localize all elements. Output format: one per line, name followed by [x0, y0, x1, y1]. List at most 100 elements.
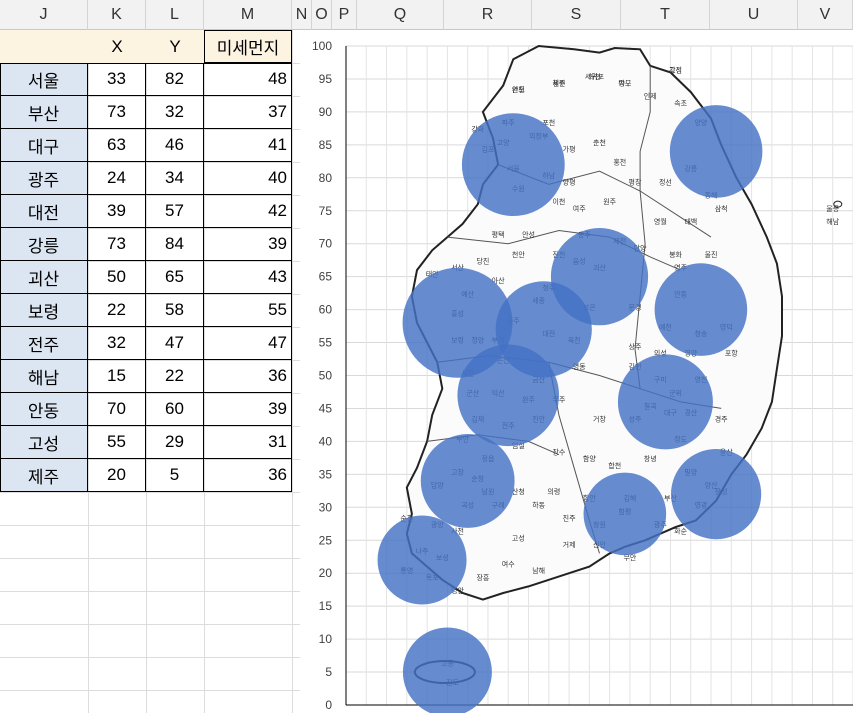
map-region-label: 의령	[547, 487, 560, 496]
fine-dust-cell[interactable]: 39	[204, 393, 292, 426]
x-cell[interactable]: 22	[88, 294, 146, 327]
y-cell[interactable]: 65	[146, 261, 204, 294]
column-header-o[interactable]: O	[312, 0, 332, 30]
fine-dust-cell[interactable]: 42	[204, 195, 292, 228]
city-cell[interactable]: 해남	[0, 360, 88, 393]
row-gridline	[0, 525, 300, 526]
map-region-label: 정선	[659, 177, 672, 186]
column-header-v[interactable]: V	[798, 0, 853, 30]
city-cell[interactable]: 전주	[0, 327, 88, 360]
map-region-label: 가평	[563, 144, 576, 153]
city-cell[interactable]: 대구	[0, 129, 88, 162]
row-gridline	[0, 657, 300, 658]
bubble-point[interactable]	[550, 228, 649, 326]
city-cell[interactable]: 안동	[0, 393, 88, 426]
fine-dust-cell[interactable]: 40	[204, 162, 292, 195]
column-header-p[interactable]: P	[332, 0, 357, 30]
map-region-label: 평창	[629, 177, 642, 186]
y-cell[interactable]: 29	[146, 426, 204, 459]
map-region-label: 제주	[552, 80, 565, 88]
column-header-r[interactable]: R	[444, 0, 532, 30]
column-header-u[interactable]: U	[710, 0, 798, 30]
y-cell[interactable]: 46	[146, 129, 204, 162]
column-header-l[interactable]: L	[146, 0, 204, 30]
map-region-label: 하동	[532, 500, 545, 509]
column-header-k[interactable]: K	[88, 0, 146, 30]
header-cell-empty[interactable]	[0, 30, 88, 63]
bubble-point[interactable]	[420, 434, 515, 528]
x-cell[interactable]: 70	[88, 393, 146, 426]
bubble-point[interactable]	[583, 472, 667, 556]
y-cell[interactable]: 60	[146, 393, 204, 426]
bubble-point[interactable]	[457, 344, 560, 447]
y-cell[interactable]: 34	[146, 162, 204, 195]
y-cell[interactable]: 22	[146, 360, 204, 393]
fine-dust-cell[interactable]: 36	[204, 360, 292, 393]
bubble-point[interactable]	[654, 263, 748, 356]
x-cell[interactable]: 32	[88, 327, 146, 360]
city-cell[interactable]: 광주	[0, 162, 88, 195]
fine-dust-cell[interactable]: 43	[204, 261, 292, 294]
fine-dust-cell[interactable]: 31	[204, 426, 292, 459]
column-header-s[interactable]: S	[532, 0, 621, 30]
header-y[interactable]: Y	[146, 30, 204, 63]
x-cell[interactable]: 20	[88, 459, 146, 492]
bubble-point[interactable]	[461, 113, 565, 217]
x-cell[interactable]: 63	[88, 129, 146, 162]
fine-dust-cell[interactable]: 41	[204, 129, 292, 162]
column-header-q[interactable]: Q	[357, 0, 444, 30]
x-cell[interactable]: 39	[88, 195, 146, 228]
bubble-point[interactable]	[671, 449, 762, 540]
y-tick-label: 10	[319, 632, 333, 646]
bubble-point[interactable]	[377, 515, 467, 605]
y-cell[interactable]: 47	[146, 327, 204, 360]
x-cell[interactable]: 73	[88, 96, 146, 129]
bubble-point[interactable]	[402, 627, 492, 713]
column-header-j[interactable]: J	[0, 0, 88, 30]
city-cell[interactable]: 괴산	[0, 261, 88, 294]
city-cell[interactable]: 부산	[0, 96, 88, 129]
city-cell[interactable]: 강릉	[0, 228, 88, 261]
y-cell[interactable]: 57	[146, 195, 204, 228]
bubble-point[interactable]	[669, 105, 763, 198]
x-cell[interactable]: 73	[88, 228, 146, 261]
bubble-chart[interactable]: 0 5 10 15 20 25 30 35 40 45 50 55 60 65 70 75 80 85 90 95 10…	[300, 30, 853, 713]
city-cell[interactable]: 제주	[0, 459, 88, 492]
y-tick-label: 100	[312, 39, 332, 53]
y-cell[interactable]: 32	[146, 96, 204, 129]
city-cell[interactable]: 대전	[0, 195, 88, 228]
x-cell[interactable]: 33	[88, 63, 146, 96]
y-tick-label: 15	[319, 599, 333, 613]
y-cell[interactable]: 5	[146, 459, 204, 492]
y-tick-label: 65	[319, 270, 333, 284]
fine-dust-cell[interactable]: 55	[204, 294, 292, 327]
city-cell[interactable]: 보령	[0, 294, 88, 327]
fine-dust-cell[interactable]: 47	[204, 327, 292, 360]
fine-dust-cell[interactable]: 37	[204, 96, 292, 129]
y-tick-label: 45	[319, 401, 333, 415]
map-region-label: 거창	[593, 415, 606, 424]
city-cell[interactable]: 고성	[0, 426, 88, 459]
x-cell[interactable]: 55	[88, 426, 146, 459]
fine-dust-cell[interactable]: 39	[204, 228, 292, 261]
city-cell[interactable]: 서울	[0, 63, 88, 96]
column-header-n[interactable]: N	[292, 0, 312, 30]
bubble-point[interactable]	[617, 354, 713, 450]
row-gridline	[0, 591, 300, 592]
y-cell[interactable]: 84	[146, 228, 204, 261]
x-cell[interactable]: 24	[88, 162, 146, 195]
y-cell[interactable]: 58	[146, 294, 204, 327]
fine-dust-cell[interactable]: 48	[204, 63, 292, 96]
x-cell[interactable]: 50	[88, 261, 146, 294]
y-cell[interactable]: 82	[146, 63, 204, 96]
y-tick-label: 80	[319, 171, 333, 185]
map-region-label: 인제	[644, 92, 657, 101]
column-gridline	[292, 30, 293, 713]
x-cell[interactable]: 15	[88, 360, 146, 393]
fine-dust-cell[interactable]: 36	[204, 459, 292, 492]
column-header-m[interactable]: M	[204, 0, 292, 30]
map-region-label: 원주	[603, 197, 616, 206]
header-x[interactable]: X	[88, 30, 146, 63]
column-header-t[interactable]: T	[621, 0, 710, 30]
header-fine-dust[interactable]: 미세먼지	[204, 30, 292, 63]
